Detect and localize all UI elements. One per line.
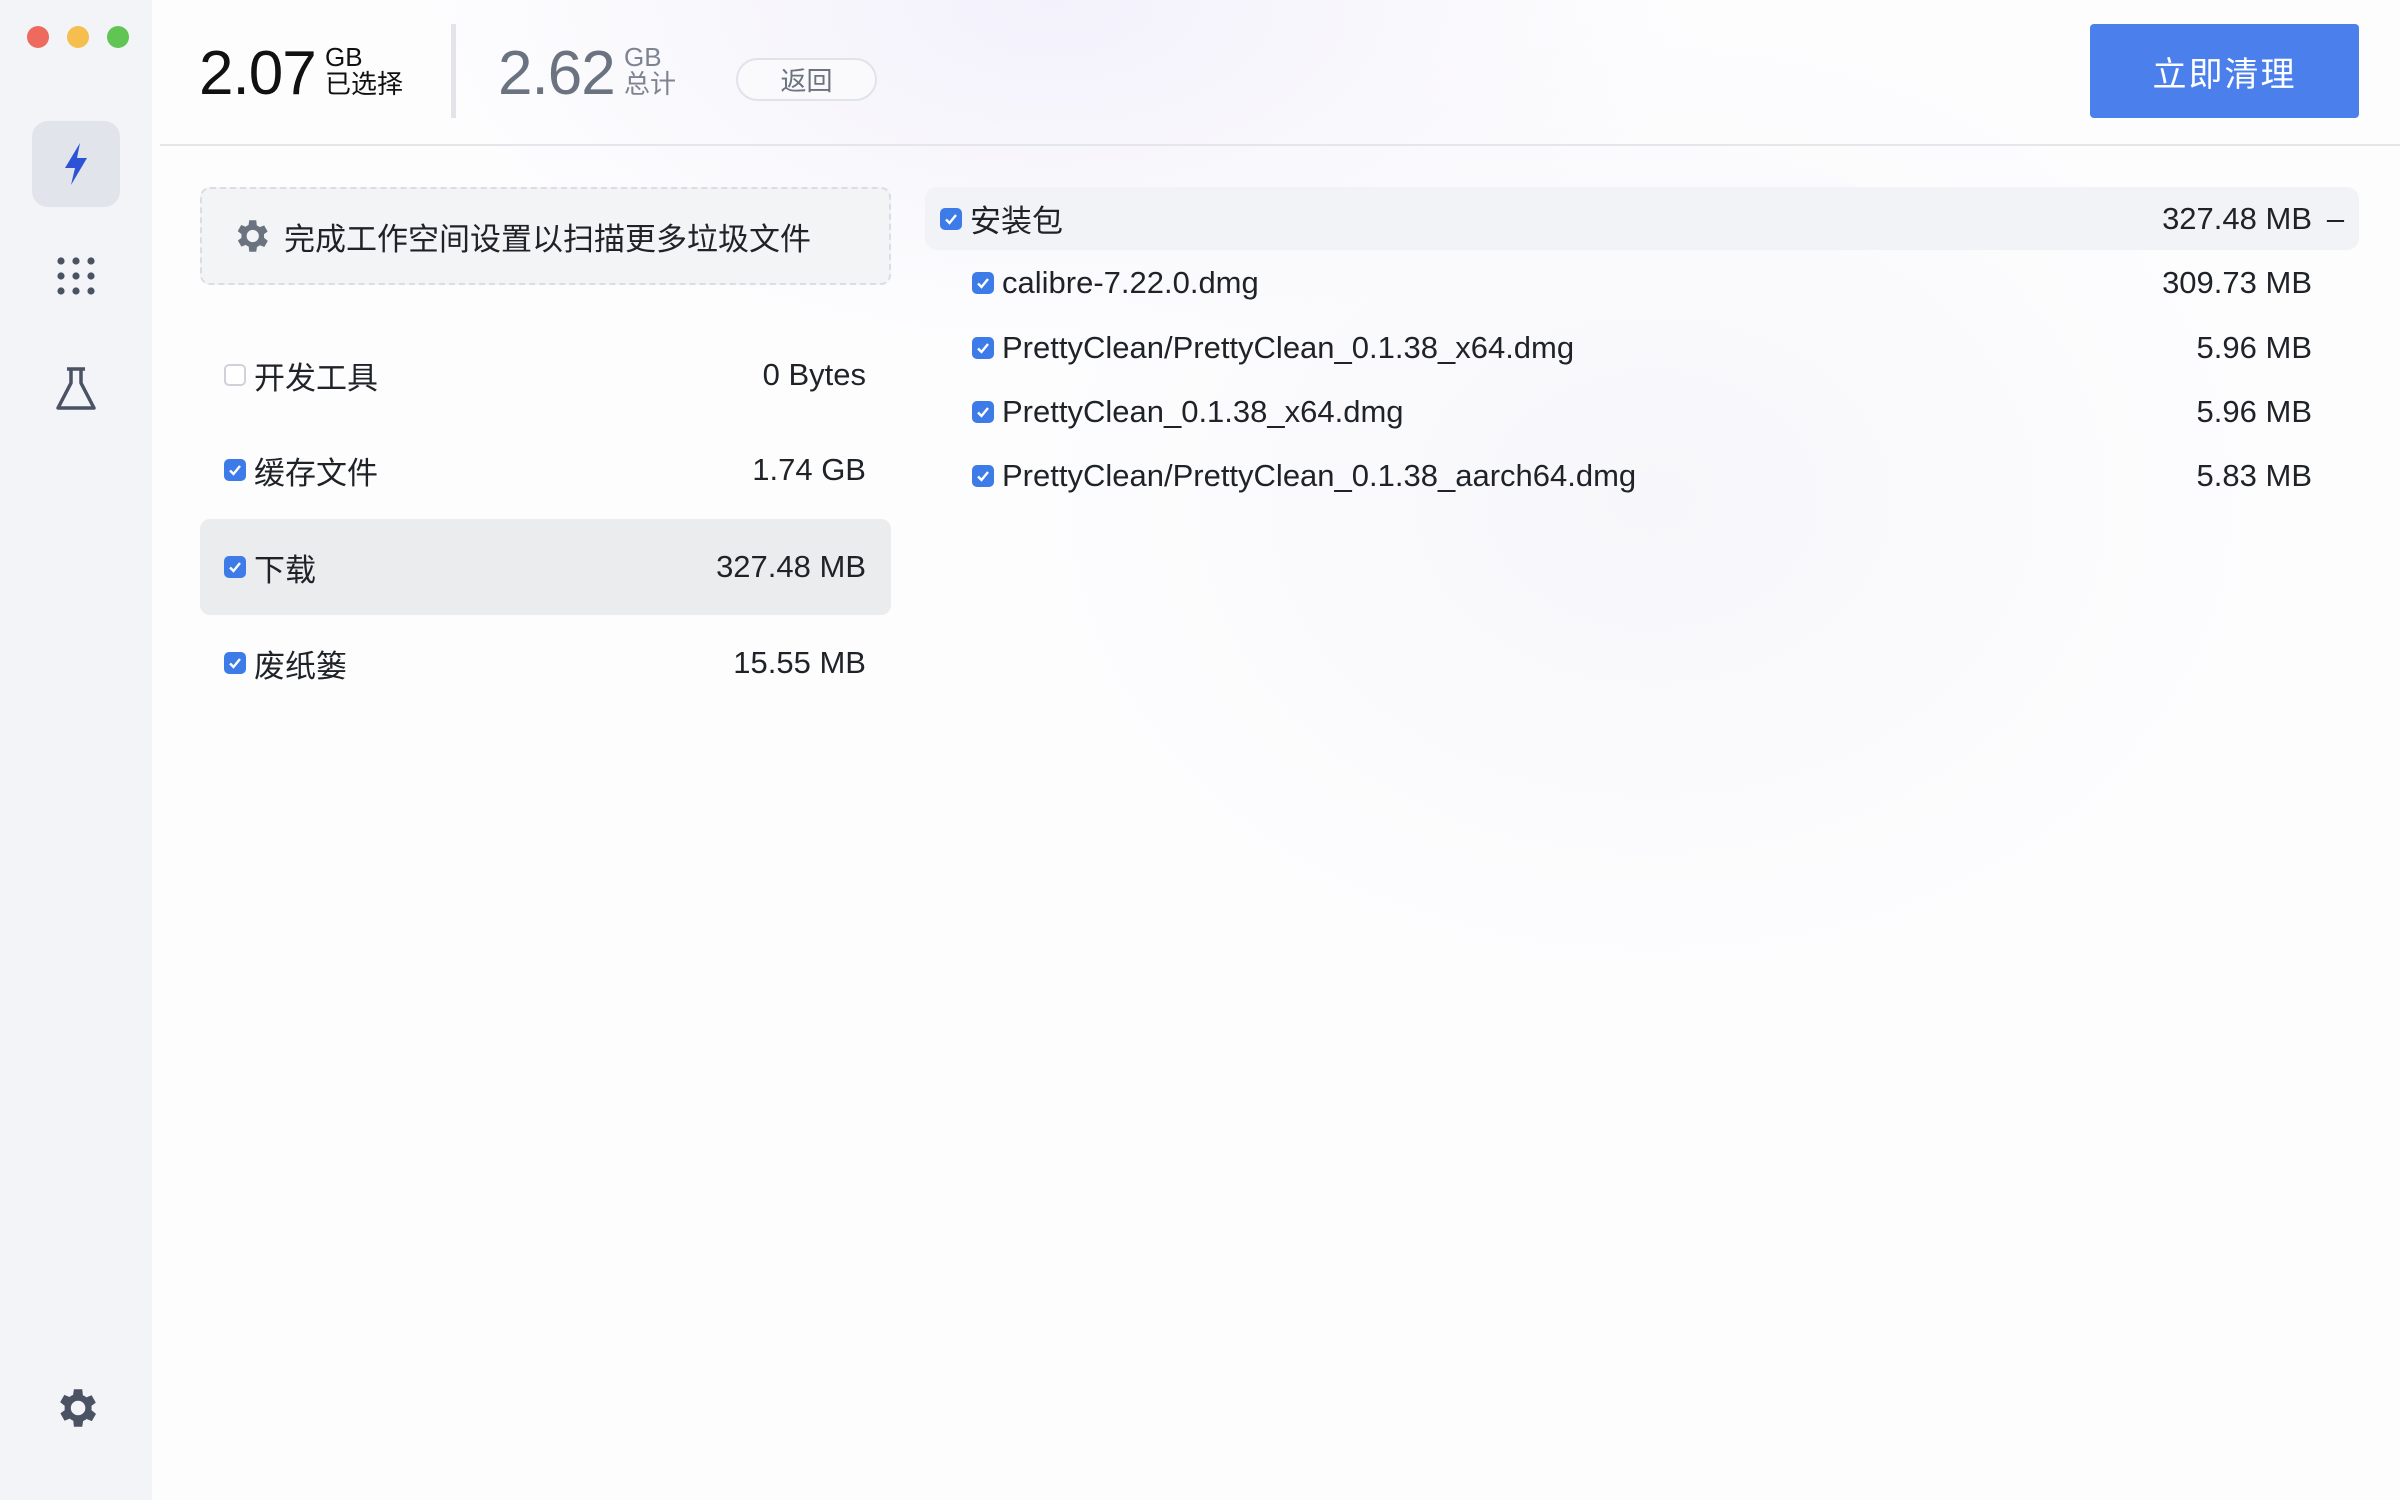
lightning-icon xyxy=(65,143,87,185)
category-row-dev-tools[interactable]: 开发工具 0 Bytes xyxy=(200,327,891,423)
file-row[interactable]: PrettyClean/PrettyClean_0.1.38_aarch64.d… xyxy=(972,446,2312,506)
sidebar xyxy=(0,0,152,1500)
total-size-value: 2.62 xyxy=(498,39,616,108)
minimize-window-button[interactable] xyxy=(67,26,89,48)
total-label: 总计 xyxy=(624,69,677,99)
file-name: PrettyClean/PrettyClean_0.1.38_x64.dmg xyxy=(1002,330,1575,365)
back-button[interactable]: 返回 xyxy=(736,58,877,101)
file-size: 309.73 MB xyxy=(2162,265,2312,300)
file-name: PrettyClean/PrettyClean_0.1.38_aarch64.d… xyxy=(1002,458,1637,493)
zoom-window-button[interactable] xyxy=(107,26,129,48)
collapse-toggle[interactable]: – xyxy=(2312,201,2359,237)
clean-now-button[interactable]: 立即清理 xyxy=(2090,24,2359,118)
check-icon xyxy=(977,278,989,289)
file-row[interactable]: PrettyClean_0.1.38_x64.dmg 5.96 MB xyxy=(972,382,2312,442)
check-icon xyxy=(977,407,989,418)
file-row[interactable]: calibre-7.22.0.dmg 309.73 MB xyxy=(972,253,2312,313)
checkbox[interactable] xyxy=(224,364,246,386)
file-row[interactable]: PrettyClean/PrettyClean_0.1.38_x64.dmg 5… xyxy=(972,318,2312,378)
file-name: PrettyClean_0.1.38_x64.dmg xyxy=(1002,394,1404,429)
header-separator xyxy=(160,144,2400,146)
check-icon xyxy=(977,343,989,354)
check-icon xyxy=(229,465,241,476)
check-icon xyxy=(229,562,241,573)
category-size: 15.55 MB xyxy=(733,645,866,680)
header: 2.07 GB 已选择 2.62 GB 总计 返回 立即清理 xyxy=(152,0,2400,145)
sidebar-item-apps[interactable] xyxy=(32,233,120,319)
checkbox[interactable] xyxy=(224,556,246,578)
workspace-setup-banner[interactable]: 完成工作空间设置以扫描更多垃圾文件 xyxy=(200,187,891,285)
category-size: 1.74 GB xyxy=(752,452,866,487)
checkbox[interactable] xyxy=(972,272,994,294)
group-row-installers[interactable]: 安装包 327.48 MB – xyxy=(925,187,2359,250)
file-size: 5.96 MB xyxy=(2196,394,2312,429)
file-size: 5.96 MB xyxy=(2196,330,2312,365)
banner-text: 完成工作空间设置以扫描更多垃圾文件 xyxy=(284,221,811,257)
grid-dots-icon xyxy=(57,257,95,295)
settings-button[interactable] xyxy=(32,1365,120,1451)
category-row-cache[interactable]: 缓存文件 1.74 GB xyxy=(200,422,891,518)
gear-icon xyxy=(237,220,268,252)
file-name: calibre-7.22.0.dmg xyxy=(1002,265,1259,300)
check-icon xyxy=(945,213,957,225)
category-label: 开发工具 xyxy=(254,360,378,396)
selected-size-unit: GB xyxy=(325,42,363,72)
checkbox[interactable] xyxy=(940,207,962,230)
check-icon xyxy=(977,471,989,482)
category-label: 下载 xyxy=(254,552,316,588)
checkbox[interactable] xyxy=(972,401,994,423)
category-size: 327.48 MB xyxy=(716,549,866,584)
category-row-downloads[interactable]: 下载 327.48 MB xyxy=(200,519,891,615)
flask-icon xyxy=(56,367,96,410)
checkbox[interactable] xyxy=(224,652,246,674)
selected-label: 已选择 xyxy=(325,69,404,99)
group-size: 327.48 MB xyxy=(2162,200,2312,236)
checkbox[interactable] xyxy=(972,465,994,487)
checkbox[interactable] xyxy=(224,459,246,481)
category-size: 0 Bytes xyxy=(762,357,866,392)
group-label: 安装包 xyxy=(970,204,1063,239)
category-row-trash[interactable]: 废纸篓 15.55 MB xyxy=(200,615,891,711)
total-size-unit: GB xyxy=(624,42,662,72)
file-size: 5.83 MB xyxy=(2196,458,2312,493)
check-icon xyxy=(229,658,241,669)
sidebar-item-lab[interactable] xyxy=(32,346,120,432)
selected-size-value: 2.07 xyxy=(199,39,317,108)
sidebar-item-clean[interactable] xyxy=(32,121,120,207)
checkbox[interactable] xyxy=(972,337,994,359)
gear-icon xyxy=(60,1389,96,1427)
header-divider xyxy=(451,24,456,118)
close-window-button[interactable] xyxy=(27,26,49,48)
category-label: 废纸篓 xyxy=(254,648,347,684)
category-label: 缓存文件 xyxy=(254,455,378,491)
